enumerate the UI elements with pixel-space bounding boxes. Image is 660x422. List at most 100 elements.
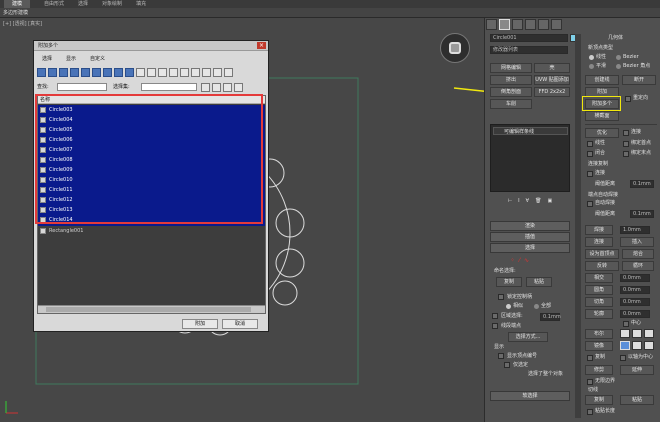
display-tab-icon[interactable] xyxy=(538,19,549,30)
all-radio[interactable] xyxy=(534,304,539,309)
vertex-mode-icon[interactable]: ⁘ xyxy=(510,257,515,265)
mirror-both-icon[interactable] xyxy=(644,341,654,350)
mirror-vertical-icon[interactable] xyxy=(632,341,642,350)
menu-customize[interactable]: 自定义 xyxy=(82,54,111,64)
find-input[interactable] xyxy=(57,83,107,91)
pin-stack-icon[interactable]: ⊢ xyxy=(508,197,512,207)
about-pivot-checkbox[interactable] xyxy=(620,355,626,361)
chamfer-button[interactable]: 切角 xyxy=(585,297,613,307)
area-select-checkbox[interactable] xyxy=(492,313,498,319)
modifier-shell-button[interactable]: 壳 xyxy=(534,63,570,73)
outline-button[interactable]: 轮廓 xyxy=(585,309,613,319)
center-checkbox[interactable] xyxy=(623,321,629,327)
ribbon-subbar-label[interactable]: 多边形建模 xyxy=(0,10,28,16)
modifier-uvw-button[interactable]: UVW 贴图添加 xyxy=(534,75,570,85)
stack-item-editable-spline[interactable]: 可编辑样条线 xyxy=(493,127,568,135)
show-end-result-icon[interactable]: Ⅰ xyxy=(518,197,519,207)
filter-bones-icon[interactable] xyxy=(125,68,134,77)
refine-button[interactable]: 优化 xyxy=(585,128,619,138)
ribbon-tab-selection[interactable]: 选择 xyxy=(64,0,88,8)
area-select-value[interactable]: 0.1mm xyxy=(540,313,561,321)
sel-set-icon[interactable] xyxy=(201,83,210,92)
subtract-icon[interactable] xyxy=(632,329,642,338)
dialog-titlebar[interactable]: 附加多个 xyxy=(34,41,268,51)
connect-button[interactable]: 连接 xyxy=(585,237,613,247)
reverse-button[interactable]: 反转 xyxy=(585,261,619,271)
filter-cameras-icon[interactable] xyxy=(70,68,79,77)
select-all-icon[interactable] xyxy=(169,68,178,77)
paste-length-checkbox[interactable] xyxy=(587,409,593,415)
filter-xrefs-icon[interactable] xyxy=(114,68,123,77)
sel-set-icon[interactable] xyxy=(212,83,221,92)
set-first-button[interactable]: 设为首顶点 xyxy=(585,249,619,259)
filter-funnel-icon[interactable] xyxy=(202,68,211,77)
modifier-bevel-profile-button[interactable]: 倒角剖面 xyxy=(490,87,532,97)
insert-button[interactable]: 插入 xyxy=(620,237,654,247)
scrollbar-thumb[interactable] xyxy=(46,307,251,312)
ribbon-tab-object-paint[interactable]: 对象绘制 xyxy=(88,0,122,8)
filter-containers-icon[interactable] xyxy=(136,68,145,77)
filter-lights-icon[interactable] xyxy=(59,68,68,77)
named-copy-button[interactable]: 复制 xyxy=(496,277,522,287)
connect-checkbox[interactable] xyxy=(623,130,629,136)
select-by-button[interactable]: 选择方式... xyxy=(508,332,548,342)
sort-icon[interactable] xyxy=(213,68,222,77)
chamfer-value[interactable]: 0.0mm xyxy=(620,298,650,306)
outline-value[interactable]: 0.0mm xyxy=(620,310,650,318)
spline-mode-icon[interactable]: ∿ xyxy=(524,257,529,265)
mirror-horizontal-icon[interactable] xyxy=(620,341,630,350)
modifier-mesh-edit-button[interactable]: 网格编辑 xyxy=(490,63,532,73)
ribbon-tab-populate[interactable]: 填充 xyxy=(122,0,146,8)
reorient-checkbox[interactable] xyxy=(625,96,631,102)
modifier-lathe-button[interactable]: 车削 xyxy=(490,99,532,109)
list-item[interactable]: Rectangle001 xyxy=(39,226,264,236)
menu-select[interactable]: 选择 xyxy=(34,54,58,64)
cross-insert-value[interactable]: 0.0mm xyxy=(620,274,650,282)
bind-last-checkbox[interactable] xyxy=(623,151,629,157)
only-selected-checkbox[interactable] xyxy=(504,362,510,368)
break-button[interactable]: 断开 xyxy=(622,75,656,85)
intersect-icon[interactable] xyxy=(644,329,654,338)
rollout-rendering[interactable]: 渲染 xyxy=(490,221,570,231)
trim-button[interactable]: 修剪 xyxy=(585,365,613,375)
linear-radio[interactable] xyxy=(589,55,594,60)
attach-button[interactable]: 附加 xyxy=(182,319,218,329)
mirror-copy-checkbox[interactable] xyxy=(587,355,593,361)
show-vertex-numbers-checkbox[interactable] xyxy=(498,353,504,359)
sel-set-icon[interactable] xyxy=(234,83,243,92)
tangent-paste-button[interactable]: 粘贴 xyxy=(620,395,654,405)
modifier-stack[interactable]: 可编辑样条线 xyxy=(490,124,570,192)
hierarchy-tab-icon[interactable] xyxy=(512,19,523,30)
fuse-button[interactable]: 熔合 xyxy=(622,249,654,259)
filter-helpers-icon[interactable] xyxy=(81,68,90,77)
tangent-copy-button[interactable]: 复制 xyxy=(585,395,613,405)
auto-weld-checkbox[interactable] xyxy=(587,201,593,207)
rollout-selection[interactable]: 选择 xyxy=(490,243,570,253)
menu-display[interactable]: 显示 xyxy=(58,54,82,64)
selection-set-dropdown[interactable] xyxy=(141,83,197,91)
filter-groups-icon[interactable] xyxy=(103,68,112,77)
options-icon[interactable] xyxy=(224,68,233,77)
cross-section-button[interactable]: 横截面 xyxy=(585,111,619,121)
cancel-button[interactable]: 取消 xyxy=(222,319,258,329)
utilities-tab-icon[interactable] xyxy=(551,19,562,30)
fillet-value[interactable]: 0.0mm xyxy=(620,286,650,294)
sel-set-icon[interactable] xyxy=(223,83,232,92)
modifier-extrude-button[interactable]: 挤出 xyxy=(490,75,532,85)
cross-insert-button[interactable]: 相交 xyxy=(585,273,613,283)
weld-value[interactable]: 1.0mm xyxy=(620,226,650,234)
weld-button[interactable]: 焊接 xyxy=(585,225,613,235)
linear-checkbox[interactable] xyxy=(587,141,593,147)
viewcube-face[interactable] xyxy=(449,42,461,54)
connect-copy-checkbox[interactable] xyxy=(587,171,593,177)
bezier-corner-radio[interactable] xyxy=(616,64,621,69)
threshold-value[interactable]: 0.1mm xyxy=(630,180,654,188)
smooth-radio[interactable] xyxy=(589,64,594,69)
remove-modifier-icon[interactable]: 🗑 xyxy=(535,197,541,207)
infinite-bounds-checkbox[interactable] xyxy=(587,379,593,385)
mirror-button[interactable]: 镜像 xyxy=(585,341,613,351)
panel-scrollbar[interactable] xyxy=(575,34,581,418)
rollout-soft-selection[interactable]: 软选择 xyxy=(490,391,570,401)
lock-handles-checkbox[interactable] xyxy=(498,294,504,300)
filter-frozen-icon[interactable] xyxy=(147,68,156,77)
